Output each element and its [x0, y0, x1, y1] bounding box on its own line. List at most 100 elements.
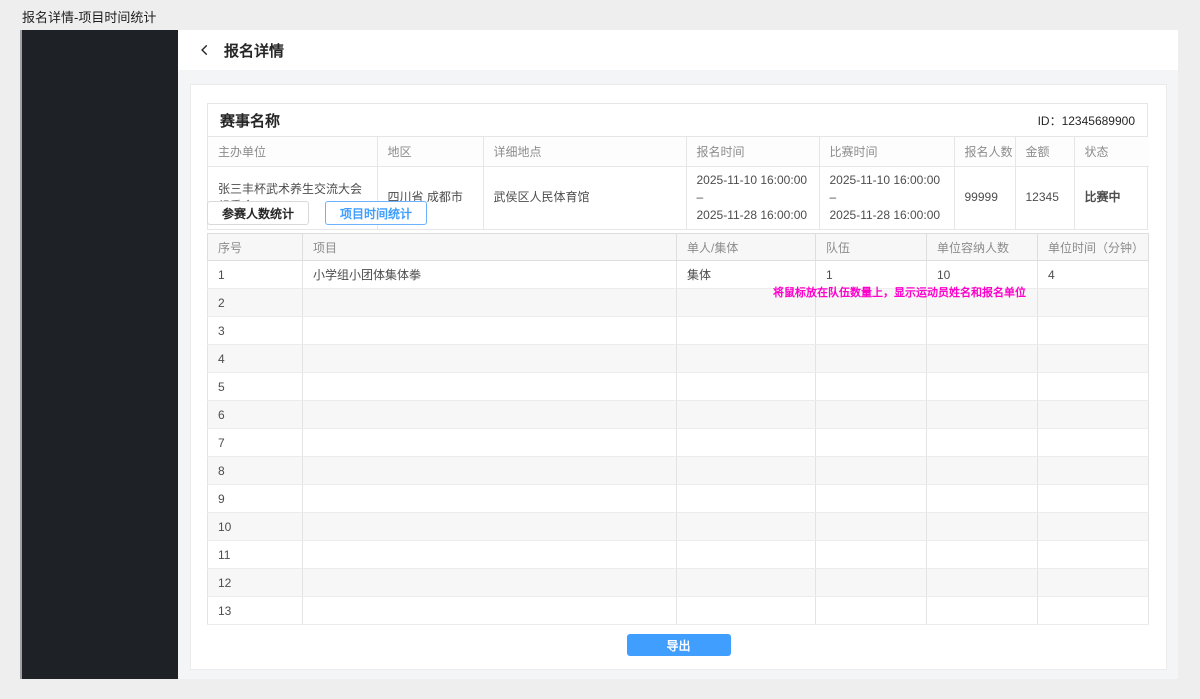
cell-project: [303, 401, 677, 429]
cell-no: 1: [208, 261, 303, 289]
hover-hint-annotation: 将鼠标放在队伍数量上，显示运动员姓名和报名单位: [773, 284, 1026, 300]
cell-capacity: [927, 513, 1038, 541]
cell-capacity: [927, 401, 1038, 429]
stat-tabs: 参赛人数统计项目时间统计: [207, 201, 427, 225]
cell-project: [303, 317, 677, 345]
cell-teams: [816, 569, 927, 597]
column-header: 单位时间（分钟）: [1038, 234, 1149, 261]
cell-teams: [816, 513, 927, 541]
content-panel: 赛事名称 ID：12345689900 主办单位地区详细地点报名时间比赛时间报名…: [190, 84, 1167, 670]
column-header: 项目: [303, 234, 677, 261]
cell-capacity: [927, 429, 1038, 457]
sidebar: [22, 30, 178, 679]
cell-type: [677, 485, 816, 513]
event-card-header: 赛事名称 ID：12345689900: [208, 104, 1147, 137]
cell-type: [677, 513, 816, 541]
column-header: 报名人数: [954, 137, 1015, 167]
table-row: 4: [208, 345, 1149, 373]
column-header: 状态: [1074, 137, 1149, 167]
cell-teams: [816, 345, 927, 373]
cell-project: [303, 569, 677, 597]
cell-type: [677, 429, 816, 457]
cell-project: [303, 597, 677, 625]
cell-no: 5: [208, 373, 303, 401]
table-row: 8: [208, 457, 1149, 485]
cell-teams: [816, 317, 927, 345]
cell-registrants: 99999: [954, 167, 1015, 230]
event-info-header-row: 主办单位地区详细地点报名时间比赛时间报名人数金额状态: [208, 137, 1149, 167]
cell-capacity: [927, 541, 1038, 569]
cell-time: [1038, 541, 1149, 569]
cell-time: [1038, 485, 1149, 513]
cell-project: [303, 289, 677, 317]
column-header: 主办单位: [208, 137, 377, 167]
table-row: 12: [208, 569, 1149, 597]
table-row: 10: [208, 513, 1149, 541]
cell-no: 7: [208, 429, 303, 457]
column-header: 金额: [1015, 137, 1074, 167]
cell-match_time: 2025-11-10 16:00:00 – 2025-11-28 16:00:0…: [819, 167, 954, 230]
column-header: 单位容纳人数: [927, 234, 1038, 261]
cell-status: 比赛中: [1074, 167, 1149, 230]
cell-teams: [816, 401, 927, 429]
cell-project: 小学组小团体集体拳: [303, 261, 677, 289]
column-header: 比赛时间: [819, 137, 954, 167]
cell-capacity: [927, 345, 1038, 373]
cell-no: 4: [208, 345, 303, 373]
cell-capacity: [927, 597, 1038, 625]
back-button[interactable]: [196, 41, 214, 59]
cell-capacity: [927, 485, 1038, 513]
tab-project-time-stats[interactable]: 项目时间统计: [325, 201, 427, 225]
cell-no: 10: [208, 513, 303, 541]
stats-header-row: 序号项目单人/集体队伍单位容纳人数单位时间（分钟）: [208, 234, 1149, 261]
cell-time: [1038, 401, 1149, 429]
cell-capacity: [927, 317, 1038, 345]
column-header: 单人/集体: [677, 234, 816, 261]
cell-time: [1038, 457, 1149, 485]
column-header: 地区: [377, 137, 483, 167]
cell-no: 2: [208, 289, 303, 317]
page-header: 报名详情: [178, 30, 1178, 70]
export-button[interactable]: 导出: [627, 634, 731, 656]
table-row: 9: [208, 485, 1149, 513]
cell-no: 13: [208, 597, 303, 625]
cell-teams: [816, 457, 927, 485]
cell-type: [677, 317, 816, 345]
table-row: 7: [208, 429, 1149, 457]
cell-time: [1038, 597, 1149, 625]
cell-project: [303, 457, 677, 485]
column-header: 详细地点: [483, 137, 686, 167]
cell-time: [1038, 373, 1149, 401]
column-header: 队伍: [816, 234, 927, 261]
table-row: 3: [208, 317, 1149, 345]
page-title: 报名详情: [224, 40, 284, 61]
cell-project: [303, 345, 677, 373]
event-id-label: ID：: [1038, 114, 1062, 128]
cell-type: [677, 373, 816, 401]
cell-time: [1038, 345, 1149, 373]
cell-time: 4: [1038, 261, 1149, 289]
cell-type: [677, 401, 816, 429]
cell-registration_time: 2025-11-10 16:00:00 – 2025-11-28 16:00:0…: [686, 167, 819, 230]
cell-type: [677, 541, 816, 569]
cell-teams: [816, 373, 927, 401]
cell-project: [303, 485, 677, 513]
cell-capacity: [927, 457, 1038, 485]
cell-no: 12: [208, 569, 303, 597]
column-header: 报名时间: [686, 137, 819, 167]
cell-no: 8: [208, 457, 303, 485]
cell-project: [303, 373, 677, 401]
cell-type: [677, 457, 816, 485]
back-chevron-icon: [198, 43, 212, 57]
cell-type: [677, 345, 816, 373]
cell-time: [1038, 289, 1149, 317]
cell-teams: [816, 597, 927, 625]
tab-participant-count-stats[interactable]: 参赛人数统计: [207, 201, 309, 225]
cell-teams: [816, 429, 927, 457]
cell-type: [677, 569, 816, 597]
cell-project: [303, 429, 677, 457]
cell-type: [677, 597, 816, 625]
column-header: 序号: [208, 234, 303, 261]
event-id: ID：12345689900: [1038, 112, 1135, 129]
cell-no: 9: [208, 485, 303, 513]
